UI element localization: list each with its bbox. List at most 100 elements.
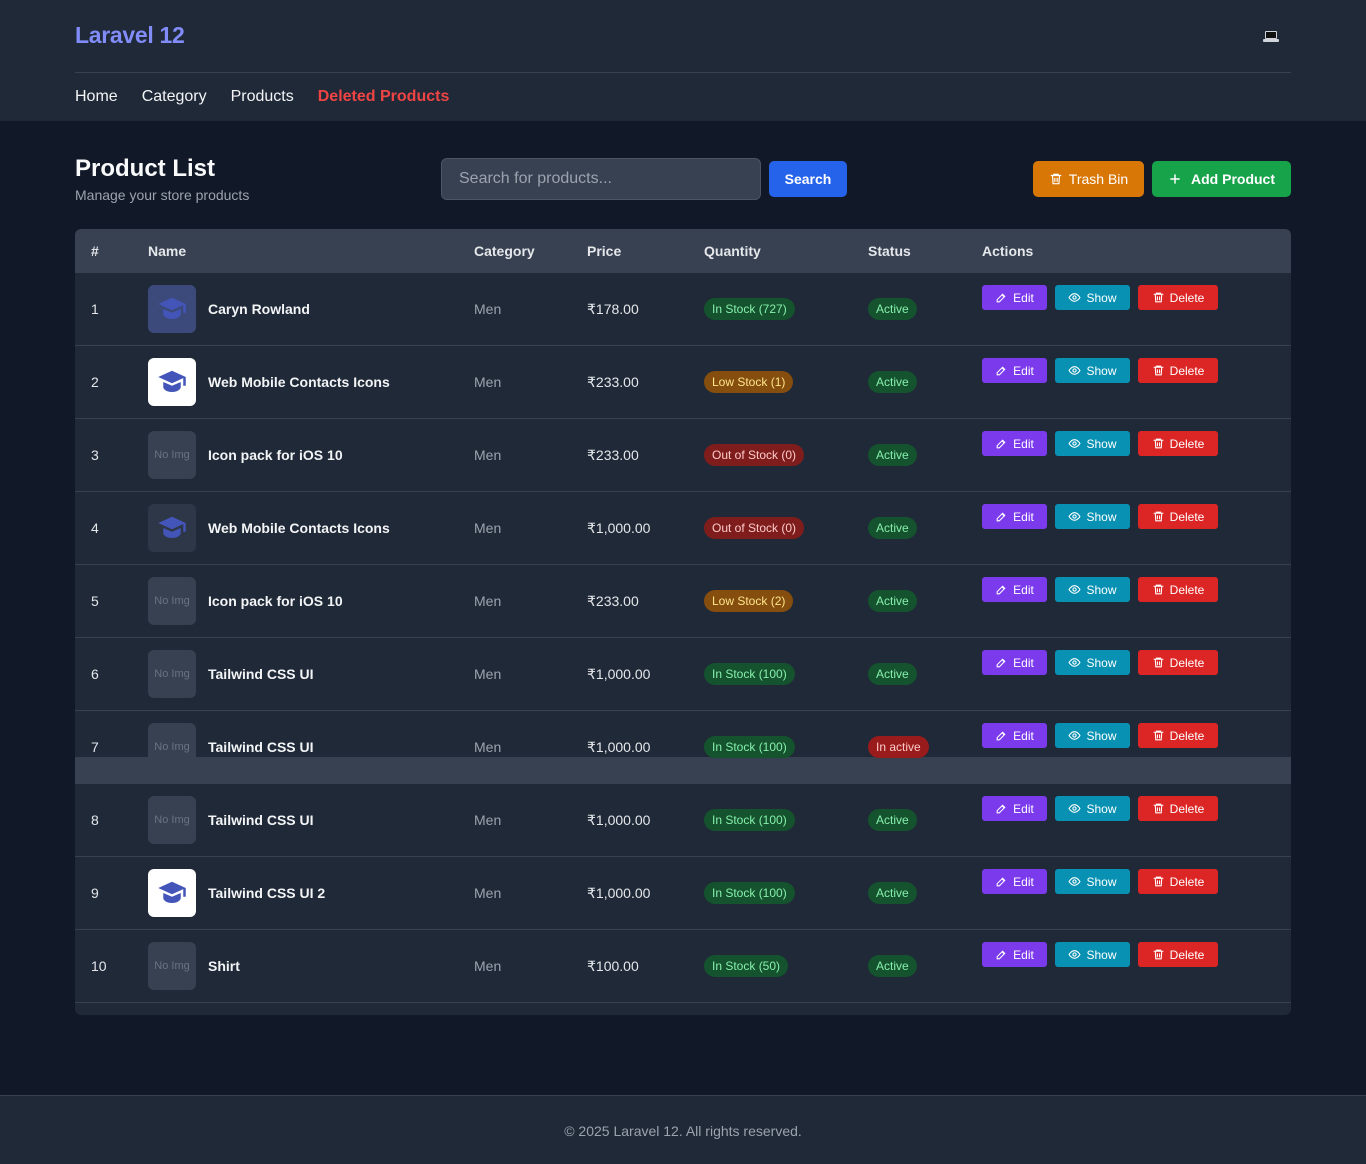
show-button[interactable]: Show	[1055, 358, 1130, 383]
product-category: Men	[474, 739, 502, 755]
edit-button[interactable]: Edit	[982, 796, 1047, 821]
col-quantity: Quantity	[704, 243, 761, 259]
edit-button[interactable]: Edit	[982, 285, 1047, 310]
row-number: 7	[91, 739, 99, 755]
product-price: ₹100.00	[587, 958, 639, 974]
table-row: 10 No Img Shirt Men ₹100.00 In Stock (50) Acti…	[75, 930, 1291, 1003]
page-subtitle: Manage your store products	[75, 187, 250, 203]
product-name: Tailwind CSS UI	[208, 739, 314, 755]
brand-logo[interactable]: Laravel 12	[75, 22, 185, 49]
delete-button[interactable]: Delete	[1138, 723, 1218, 748]
show-button[interactable]: Show	[1055, 285, 1130, 310]
show-button[interactable]: Show	[1055, 796, 1130, 821]
stock-badge: In Stock (727)	[704, 298, 795, 320]
nav-deleted-products[interactable]: Deleted Products	[318, 88, 450, 106]
graduate-icon	[158, 370, 186, 392]
nav-products[interactable]: Products	[231, 88, 294, 106]
table-row: 8 No Img Tailwind CSS UI Men ₹1,000.00 In Sto…	[75, 784, 1291, 857]
table-row: 7 No Img Tailwind CSS UI Men ₹1,000.00 In Sto…	[75, 711, 1291, 766]
show-button[interactable]: Show	[1055, 650, 1130, 675]
product-price: ₹233.00	[587, 593, 639, 609]
stock-badge: Out of Stock (0)	[704, 444, 805, 466]
search-button[interactable]: Search	[769, 161, 847, 197]
product-price: ₹1,000.00	[587, 666, 651, 682]
show-button[interactable]: Show	[1055, 869, 1130, 894]
product-category: Men	[474, 885, 502, 901]
stock-badge: Low Stock (2)	[704, 590, 794, 612]
show-button[interactable]: Show	[1055, 504, 1130, 529]
edit-button[interactable]: Edit	[982, 577, 1047, 602]
delete-button[interactable]: Delete	[1138, 577, 1218, 602]
nav-category[interactable]: Category	[142, 88, 207, 106]
edit-button[interactable]: Edit	[982, 504, 1047, 529]
trash-bin-button[interactable]: Trash Bin	[1033, 161, 1144, 197]
no-image-placeholder: No Img	[148, 723, 196, 766]
delete-label: Delete	[1169, 290, 1205, 305]
add-product-button[interactable]: Add Product	[1152, 161, 1291, 197]
product-category: Men	[474, 958, 502, 974]
status-badge: Active	[868, 298, 917, 320]
status-badge: Active	[868, 809, 917, 831]
trash-icon	[1153, 365, 1164, 376]
show-button[interactable]: Show	[1055, 942, 1130, 967]
search-input[interactable]	[441, 158, 761, 200]
delete-button[interactable]: Delete	[1138, 869, 1218, 894]
delete-button[interactable]: Delete	[1138, 942, 1218, 967]
no-image-placeholder: No Img	[148, 796, 196, 844]
trash-icon	[1153, 876, 1164, 887]
product-name: Web Mobile Contacts Icons	[208, 374, 390, 390]
page-footer: © 2025 Laravel 12. All rights reserved.	[0, 1095, 1366, 1164]
trash-icon	[1050, 173, 1062, 185]
product-name: Shirt	[208, 958, 240, 974]
table-row: 5 No Img Icon pack for iOS 10 Men ₹233.00 Low…	[75, 565, 1291, 638]
product-price: ₹178.00	[587, 301, 639, 317]
trash-icon	[1153, 584, 1164, 595]
show-label: Show	[1086, 728, 1117, 743]
nav-home[interactable]: Home	[75, 88, 118, 106]
eye-icon	[1068, 950, 1082, 959]
edit-label: Edit	[1013, 728, 1034, 743]
show-button[interactable]: Show	[1055, 723, 1130, 748]
edit-button[interactable]: Edit	[982, 431, 1047, 456]
delete-button[interactable]: Delete	[1138, 358, 1218, 383]
show-label: Show	[1086, 290, 1117, 305]
delete-button[interactable]: Delete	[1138, 431, 1218, 456]
no-image-placeholder: No Img	[148, 577, 196, 625]
product-name: Tailwind CSS UI	[208, 666, 314, 682]
trash-icon	[1153, 511, 1164, 522]
status-badge: In active	[868, 736, 929, 758]
stock-badge: In Stock (100)	[704, 809, 795, 831]
edit-label: Edit	[1013, 801, 1034, 816]
eye-icon	[1068, 877, 1082, 886]
row-number: 2	[91, 374, 99, 390]
show-label: Show	[1086, 582, 1117, 597]
table-row: 4 Web Mobile Contacts Icons Men ₹1,000.00 Ou…	[75, 492, 1291, 565]
delete-button[interactable]: Delete	[1138, 504, 1218, 529]
show-label: Show	[1086, 363, 1117, 378]
show-button[interactable]: Show	[1055, 431, 1130, 456]
footer-copyright: © 2025 Laravel 12. All rights reserved.	[564, 1123, 802, 1139]
delete-button[interactable]: Delete	[1138, 285, 1218, 310]
edit-button[interactable]: Edit	[982, 650, 1047, 675]
edit-label: Edit	[1013, 363, 1034, 378]
product-price: ₹1,000.00	[587, 739, 651, 755]
edit-button[interactable]: Edit	[982, 942, 1047, 967]
edit-button[interactable]: Edit	[982, 723, 1047, 748]
delete-button[interactable]: Delete	[1138, 650, 1218, 675]
show-button[interactable]: Show	[1055, 577, 1130, 602]
laptop-icon[interactable]	[1262, 28, 1282, 46]
edit-button[interactable]: Edit	[982, 869, 1047, 894]
graduate-icon	[158, 297, 186, 319]
edit-icon	[996, 366, 1006, 376]
col-status: Status	[868, 243, 911, 259]
show-label: Show	[1086, 947, 1117, 962]
eye-icon	[1068, 731, 1082, 740]
plus-icon	[1170, 174, 1180, 184]
delete-label: Delete	[1169, 655, 1205, 670]
product-name: Tailwind CSS UI	[208, 812, 314, 828]
eye-icon	[1068, 585, 1082, 594]
edit-button[interactable]: Edit	[982, 358, 1047, 383]
eye-icon	[1068, 293, 1082, 302]
delete-button[interactable]: Delete	[1138, 796, 1218, 821]
edit-label: Edit	[1013, 947, 1034, 962]
